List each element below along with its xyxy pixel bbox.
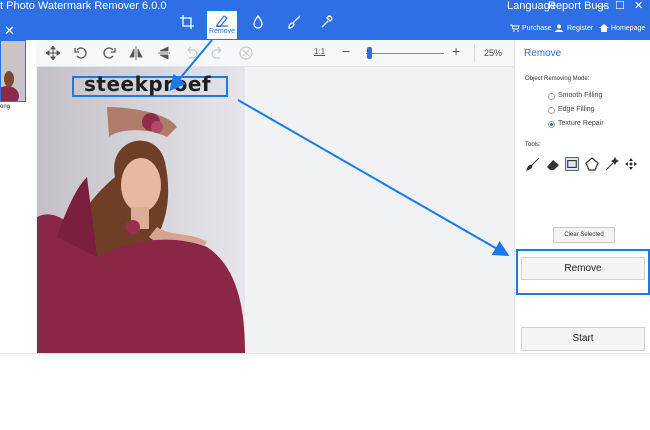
edited-photo[interactable] bbox=[37, 67, 245, 353]
tab-remove[interactable]: Remove bbox=[205, 9, 239, 41]
zoom-value: 25% bbox=[484, 48, 503, 58]
brush-icon[interactable] bbox=[287, 15, 301, 29]
watermark-text: steekproef bbox=[84, 72, 212, 96]
mode-option-label: Edge Filling bbox=[558, 106, 595, 113]
user-icon bbox=[555, 24, 563, 32]
radio-button[interactable] bbox=[548, 107, 555, 114]
rectangle-select-icon[interactable] bbox=[565, 157, 579, 171]
cart-icon bbox=[510, 24, 520, 32]
app-window: t Photo Watermark Remover 6.0.0 ✕ Langua… bbox=[0, 0, 650, 430]
maximize-button[interactable]: ☐ bbox=[615, 0, 625, 12]
window-close-button[interactable]: ✕ bbox=[634, 0, 643, 12]
purchase-label: Purchase bbox=[522, 25, 552, 32]
radio-button[interactable] bbox=[548, 93, 555, 100]
remove-icon bbox=[216, 15, 228, 27]
eraser-tool-icon[interactable] bbox=[546, 157, 560, 171]
start-button[interactable]: Start bbox=[521, 327, 645, 351]
bottom-divider bbox=[0, 353, 650, 354]
cancel-icon[interactable] bbox=[239, 46, 253, 60]
radio-button-selected[interactable] bbox=[548, 121, 555, 128]
zoom-slider-handle[interactable] bbox=[367, 47, 372, 59]
tools-label: Tools: bbox=[525, 142, 541, 148]
flip-vertical-icon[interactable] bbox=[157, 46, 171, 60]
brush-tool-icon[interactable] bbox=[526, 157, 540, 171]
original-size-button[interactable]: 1:1 bbox=[314, 47, 325, 56]
thumbnail-label: ong bbox=[0, 104, 11, 110]
purchase-link[interactable]: Purchase bbox=[510, 24, 552, 33]
drop-icon[interactable] bbox=[251, 15, 265, 29]
tab-remove-label: Remove bbox=[208, 28, 236, 35]
redo-icon[interactable] bbox=[211, 46, 225, 60]
flip-horizontal-icon[interactable] bbox=[129, 46, 143, 60]
close-icon[interactable]: ✕ bbox=[4, 24, 15, 37]
minimize-button[interactable]: — bbox=[597, 0, 608, 12]
removing-mode-label: Object Removing Mode: bbox=[525, 76, 590, 82]
rotate-left-icon[interactable] bbox=[74, 46, 88, 60]
zoom-out-button[interactable]: − bbox=[342, 43, 350, 59]
register-link[interactable]: Register bbox=[555, 24, 594, 33]
app-title: t Photo Watermark Remover 6.0.0 bbox=[0, 0, 167, 12]
register-label: Register bbox=[567, 25, 594, 32]
crop-icon[interactable] bbox=[180, 15, 194, 29]
homepage-label: Homepage bbox=[611, 25, 646, 32]
panel-title: Remove bbox=[524, 48, 562, 59]
remove-panel bbox=[515, 40, 650, 353]
zoom-slider-track[interactable] bbox=[366, 53, 444, 54]
mode-option-label: Texture Repair bbox=[558, 120, 604, 127]
remove-button[interactable]: Remove bbox=[521, 257, 645, 280]
rotate-right-icon[interactable] bbox=[102, 46, 116, 60]
toolbar-divider bbox=[474, 44, 475, 62]
move-icon[interactable] bbox=[46, 46, 60, 60]
title-bar: t Photo Watermark Remover 6.0.0 ✕ Langua… bbox=[0, 0, 650, 41]
magic-wand-icon[interactable] bbox=[605, 157, 619, 171]
image-thumbnail[interactable] bbox=[0, 40, 26, 102]
zoom-in-button[interactable]: + bbox=[452, 43, 460, 59]
image-toolbar: 1:1 − + 25% bbox=[36, 40, 514, 67]
homepage-link[interactable]: Homepage bbox=[599, 24, 646, 33]
undo-icon[interactable] bbox=[184, 46, 198, 60]
clear-selected-button[interactable]: Clear Selected bbox=[553, 227, 615, 243]
home-icon bbox=[599, 24, 609, 32]
polygon-select-icon[interactable] bbox=[585, 157, 599, 171]
wrench-icon[interactable] bbox=[320, 15, 334, 29]
move-tool-icon[interactable] bbox=[624, 157, 638, 171]
mode-option-label: Smooth Filling bbox=[558, 92, 603, 99]
